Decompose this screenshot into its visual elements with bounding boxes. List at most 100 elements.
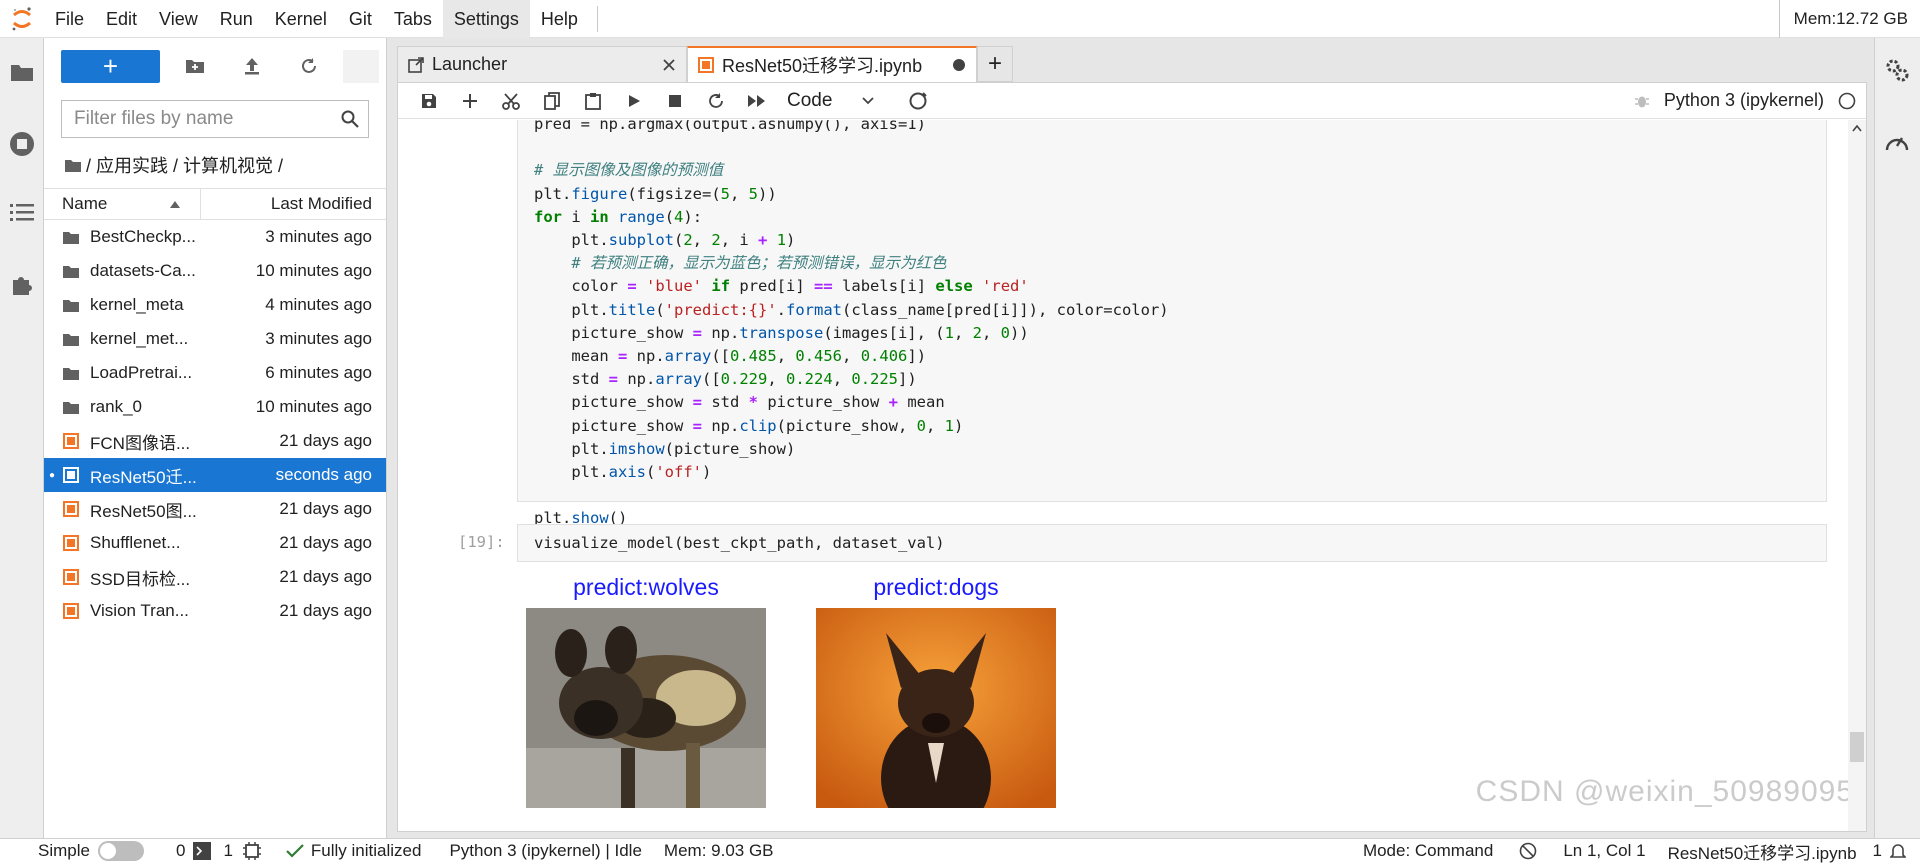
kernel-count[interactable]: 1 [223,841,232,861]
memory-indicator: Mem:12.72 GB [1778,0,1920,38]
file-name: Vision Tran... [90,601,189,620]
menu-git[interactable]: Git [338,0,383,38]
kernel-name[interactable]: Python 3 (ipykernel) [1664,90,1824,111]
file-browser: + / 应用实践 / 计算机视觉 / Name Last Modified [44,38,387,838]
list-item[interactable]: LoadPretrai... 6 minutes ago [44,356,386,390]
code-cell[interactable]: visualize_model(best_ckpt_path, dataset_… [517,524,1827,562]
folder-icon [60,330,82,348]
running-sessions-icon[interactable] [8,130,36,158]
list-item[interactable]: datasets-Ca... 10 minutes ago [44,254,386,288]
output-figure: predict:wolves [526,572,766,808]
restart-icon[interactable] [695,86,736,116]
file-name: Shufflenet... [90,533,181,552]
list-item[interactable]: rank_0 10 minutes ago [44,390,386,424]
code-editor[interactable]: pred = np.argmax(output.asnumpy(), axis=… [518,120,1826,531]
menu-help[interactable]: Help [530,0,589,38]
list-item[interactable]: SSD目标检... 21 days ago [44,560,386,594]
file-modified: 21 days ago [279,499,372,518]
code-cell[interactable]: pred = np.argmax(output.asnumpy(), axis=… [517,120,1827,527]
sort-caret-up-icon [170,200,180,208]
left-activity-bar [0,38,44,838]
menu-edit[interactable]: Edit [95,0,148,38]
notebook-content[interactable]: pred = np.argmax(output.asnumpy(), axis=… [398,120,1866,831]
extension-puzzle-icon[interactable] [8,270,36,298]
tab-notebook[interactable]: ResNet50迁移学习.ipynb [687,46,977,82]
menu-file[interactable]: File [44,0,95,38]
file-name: FCN图像语... [90,433,191,453]
menu-settings[interactable]: Settings [442,0,530,38]
menu-run[interactable]: Run [209,0,264,38]
notebook-icon [60,602,82,620]
breadcrumb-path[interactable]: / 应用实践 / 计算机视觉 / [86,152,283,178]
notification-count[interactable]: 1 [1873,841,1882,861]
unsaved-dot-icon[interactable] [952,58,966,72]
running-dot-icon: ● [48,469,56,481]
notebook-icon [698,57,714,73]
tab-launcher[interactable]: Launcher [397,46,687,82]
list-item[interactable]: ResNet50图... 21 days ago [44,492,386,526]
new-launcher-button[interactable]: + [61,49,160,83]
list-item-selected[interactable]: ● ResNet50迁... seconds ago [44,458,386,492]
list-item[interactable]: kernel_met... 3 minutes ago [44,322,386,356]
folder-icon [60,296,82,314]
filter-files-input[interactable] [62,101,332,137]
code-editor[interactable]: visualize_model(best_ckpt_path, dataset_… [518,525,1826,561]
run-icon[interactable] [613,86,654,116]
file-name: SSD目标检... [90,569,191,589]
git-clone-button[interactable] [343,49,379,83]
copy-icon[interactable] [531,86,572,116]
cursor-position[interactable]: Ln 1, Col 1 [1563,841,1645,861]
statusbar: Simple 0 1 Fully initialized Python 3 (i… [0,838,1920,863]
folder-icon[interactable] [8,58,36,86]
new-tab-button[interactable]: + [977,46,1013,82]
table-of-contents-icon[interactable] [8,198,36,226]
lsp-check-icon[interactable] [285,843,305,859]
output-figure: predict:dogs [816,572,1056,831]
property-inspector-gears-icon[interactable] [1883,56,1911,84]
menu-kernel[interactable]: Kernel [264,0,338,38]
refresh-icon[interactable] [287,50,331,83]
menu-tabs[interactable]: Tabs [383,0,443,38]
debugger-bug-icon[interactable] [1634,93,1650,109]
simple-mode-toggle[interactable] [97,841,144,861]
kernel-status[interactable]: Python 3 (ipykernel) | Idle [449,841,641,861]
list-item[interactable]: Shufflenet... 21 days ago [44,526,386,560]
column-name-header[interactable]: Name [44,189,201,219]
list-item[interactable]: kernel_meta 4 minutes ago [44,288,386,322]
chevron-down-icon [862,96,875,104]
launcher-icon [408,56,424,73]
close-icon[interactable] [662,58,676,72]
breadcrumb-folder-icon[interactable] [64,158,82,173]
open-file-name: ResNet50迁移学习.ipynb [1667,843,1857,863]
fast-forward-icon[interactable] [736,86,777,116]
upload-icon[interactable] [230,50,274,83]
file-modified: seconds ago [275,465,372,484]
new-folder-icon[interactable] [173,50,217,83]
list-item[interactable]: Vision Tran... 21 days ago [44,594,386,628]
menu-view[interactable]: View [148,0,209,38]
notebook-icon [60,500,82,518]
folder-icon [60,398,82,416]
scrollbar-thumb[interactable] [1850,732,1864,762]
terminal-count[interactable]: 0 [176,841,185,861]
paste-icon[interactable] [572,86,613,116]
git-diff-icon[interactable] [897,86,938,116]
list-item[interactable]: FCN图像语... 21 days ago [44,424,386,458]
no-notification-icon[interactable] [1519,842,1537,860]
file-name: LoadPretrai... [90,363,193,382]
scroll-up-arrow-icon[interactable] [1852,124,1862,132]
save-icon[interactable] [408,86,449,116]
stop-icon[interactable] [654,86,695,116]
column-modified-header[interactable]: Last Modified [201,194,386,214]
dog-image [816,608,1056,831]
cell-type-select[interactable]: Code [787,90,897,112]
bell-icon[interactable] [1890,842,1906,860]
file-modified: 21 days ago [279,431,372,450]
add-cell-icon[interactable] [449,86,490,116]
debugger-gauge-icon[interactable] [1883,128,1911,156]
lsp-status[interactable]: Fully initialized [311,841,422,861]
file-name: kernel_meta [90,295,184,314]
notebook-scrollbar[interactable] [1848,120,1866,831]
list-item[interactable]: BestCheckp... 3 minutes ago [44,220,386,254]
cut-icon[interactable] [490,86,531,116]
